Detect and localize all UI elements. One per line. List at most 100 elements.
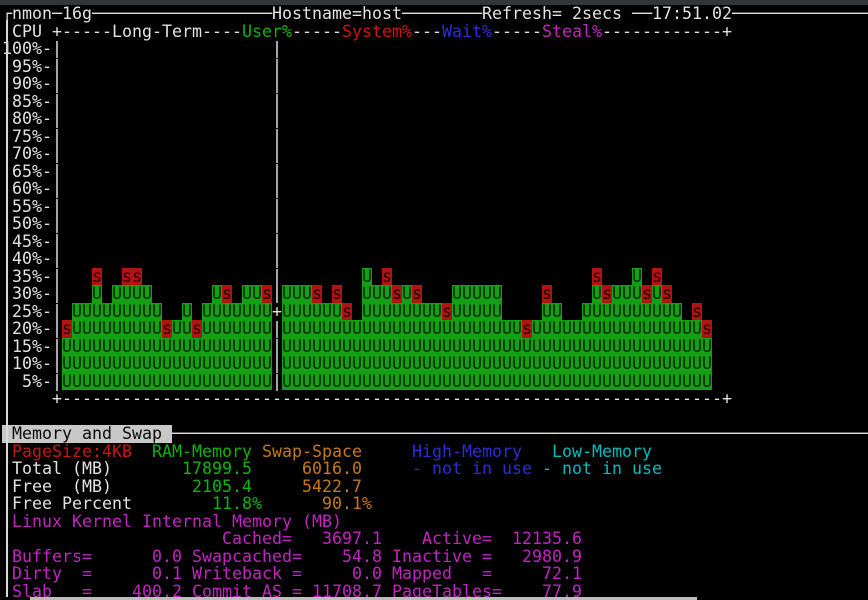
- terminal-text-segment: |: [272, 180, 282, 198]
- terminal-text-segment: [532, 460, 542, 478]
- terminal-text-segment: |: [272, 250, 282, 268]
- terminal-text-segment: |: [272, 268, 282, 286]
- terminal-text-segment: U: [212, 285, 222, 303]
- terminal-text-segment: 25%-|: [2, 303, 62, 321]
- terminal-text-segment: [162, 303, 182, 321]
- terminal-text-segment: [362, 443, 412, 461]
- terminal-text-segment: 75%-|: [2, 128, 62, 146]
- terminal-text-segment: [282, 75, 712, 93]
- terminal-text-segment: [62, 233, 272, 251]
- terminal-text-segment: [62, 58, 272, 76]
- memory-line-0: [2, 408, 868, 426]
- terminal-text-segment: [372, 268, 382, 286]
- terminal-text-segment: UUUU: [112, 285, 152, 303]
- terminal-text-segment: UUU: [362, 285, 392, 303]
- terminal-text-segment: Low-Memory: [552, 443, 652, 461]
- memory-line-5: Free Percent 11.8% 90.1%: [2, 495, 868, 513]
- terminal-text-segment: UUUUU: [452, 303, 502, 321]
- terminal-text-segment: [62, 215, 272, 233]
- terminal-text-segment: Free (MB): [2, 478, 192, 496]
- terminal-text-segment: UUUUUUUUU: [72, 303, 162, 321]
- terminal-text-segment: s: [592, 268, 602, 286]
- cpu-chart-row-5pct: 5%-|UUUUUUUUUUUUUUUUUUUUU|UUUUUUUUUUUUUU…: [2, 373, 868, 391]
- terminal-text-segment: [152, 285, 212, 303]
- terminal-text-segment: [502, 303, 542, 321]
- terminal-text-segment: [232, 285, 242, 303]
- terminal-text-segment: 100%-|: [2, 40, 62, 58]
- terminal-text-segment: -----: [492, 23, 542, 41]
- terminal-text-segment: [62, 285, 92, 303]
- terminal-text-segment: s: [692, 303, 702, 321]
- cpu-chart-row-40pct: 40%-| |: [2, 250, 868, 268]
- terminal-text-segment: s: [412, 285, 422, 303]
- cpu-chart-row-85pct: 85%-| |: [2, 93, 868, 111]
- memory-line-3: Total (MB) 17899.5 6016.0 - not in use -…: [2, 460, 868, 478]
- terminal-text-segment: [62, 93, 272, 111]
- terminal-text-segment: |: [272, 320, 282, 338]
- terminal-text-segment: 85%-|: [2, 93, 62, 111]
- terminal-text-segment: Linux Kernel Internal Memory (MB): [2, 513, 342, 531]
- terminal-text-segment: s: [92, 268, 102, 286]
- terminal-text-segment: s: [652, 268, 662, 286]
- titlebar-line: ┌nmon─16g──────────────────Hostname=host…: [2, 5, 868, 23]
- terminal-text-segment: UUUUUUUUUU: [582, 303, 682, 321]
- cpu-chart-row-90pct: 90%-| |: [2, 75, 868, 93]
- terminal-text-segment: 90%-|: [2, 75, 62, 93]
- terminal-text-segment: [132, 443, 152, 461]
- terminal-text-segment: 50%-|: [2, 215, 62, 233]
- terminal-text-segment: [282, 58, 712, 76]
- terminal-text-segment: UU: [242, 285, 262, 303]
- terminal-text-segment: UUUUUUUUUUUUUUUUUUUUU: [62, 338, 272, 356]
- terminal-text-segment: Swap-Space: [262, 443, 362, 461]
- terminal-text-segment: |: [272, 233, 282, 251]
- terminal-text-segment: [102, 285, 112, 303]
- terminal-text-segment: [662, 268, 712, 286]
- terminal-text-segment: U: [402, 285, 412, 303]
- cpu-chart-bottom-axis: +---------------------------------------…: [2, 390, 868, 408]
- terminal-text-segment: 55%-|: [2, 198, 62, 216]
- terminal-text-segment: [62, 198, 272, 216]
- terminal-text-segment: 30%-|: [2, 285, 62, 303]
- window-left-border: [6, 20, 8, 597]
- terminal-text-segment: U: [592, 285, 602, 303]
- terminal-text-segment: ss: [122, 268, 142, 286]
- cpu-chart-row-100pct: 100%-| |: [2, 40, 868, 58]
- terminal-text-segment: [62, 40, 272, 58]
- terminal-text-segment: s: [262, 285, 272, 303]
- terminal-text-segment: s: [642, 285, 652, 303]
- terminal-text-segment: UUUUUU: [282, 303, 342, 321]
- terminal-text-segment: [392, 268, 592, 286]
- terminal-text-segment: UU: [542, 303, 562, 321]
- terminal-text-segment: [62, 128, 272, 146]
- memory-line-2: PageSize:4KB RAM-Memory Swap-Space High-…: [2, 443, 868, 461]
- terminal-text-segment: UU: [172, 320, 192, 338]
- terminal-text-segment: s: [162, 320, 172, 338]
- terminal-text-segment: UUUUUUUUUUUUUUUUUUUUU: [62, 373, 272, 391]
- terminal-text-segment: PageSize:4KB: [2, 443, 132, 461]
- terminal-text-segment: [602, 268, 632, 286]
- terminal-text-segment: s: [702, 320, 712, 338]
- terminal-text-segment: [252, 460, 302, 478]
- terminal-text-segment: 20%-|: [2, 320, 62, 338]
- terminal-text-segment: [282, 163, 712, 181]
- terminal-text-segment: |: [272, 338, 282, 356]
- terminal-text-segment: |: [272, 198, 282, 216]
- terminal-text-segment: [102, 268, 122, 286]
- terminal-text-segment: 45%-|: [2, 233, 62, 251]
- terminal-text-segment: [282, 198, 712, 216]
- cpu-chart-row-25pct: 25%-| UUUUUUUUU U UUUUUUU+UUUUUUs UUUUUU…: [2, 303, 868, 321]
- terminal-text-segment: s: [62, 320, 72, 338]
- terminal-text-segment: [552, 285, 592, 303]
- terminal-text-segment: Dirty = 0.1 Writeback = 0.0 Mapped = 72.…: [2, 565, 582, 583]
- memory-line-9: Dirty = 0.1 Writeback = 0.0 Mapped = 72.…: [2, 565, 868, 583]
- terminal-text-segment: [502, 285, 542, 303]
- cpu-chart-row-95pct: 95%-| |: [2, 58, 868, 76]
- terminal-text-segment: UUUUUUUUUUUUUUUUUUUUUUUU: [282, 320, 522, 338]
- terminal-text-segment: [62, 303, 72, 321]
- terminal-text-segment: |: [272, 110, 282, 128]
- terminal-text-segment: - not in use: [412, 460, 532, 478]
- terminal-text-segment: Total (MB): [2, 460, 182, 478]
- terminal-screen[interactable]: ┌nmon─16g──────────────────Hostname=host…: [2, 5, 868, 600]
- terminal-text-segment: UUUUUUUUUUUUUUUUUUUUUUUUUUUUUUUUUUUUUUUU…: [282, 373, 712, 391]
- terminal-text-segment: s: [192, 320, 202, 338]
